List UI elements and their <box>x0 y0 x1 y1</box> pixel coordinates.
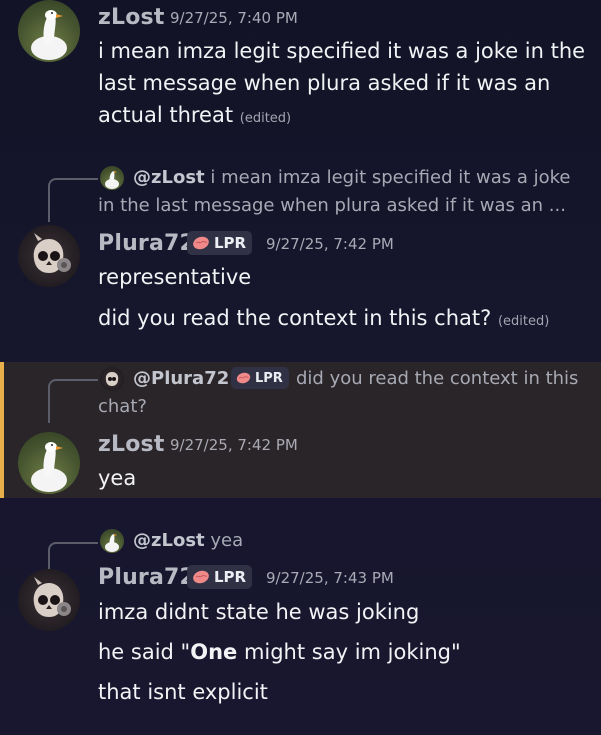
lpr-badge[interactable]: LPR <box>187 565 253 589</box>
author-name[interactable]: zLost <box>98 5 165 30</box>
message-line: yea <box>98 466 137 490</box>
zlost-avatar[interactable] <box>18 432 80 494</box>
reply-connector <box>48 379 98 423</box>
lpr-badge[interactable]: LPR <box>231 367 289 389</box>
quote-prefix: he said " <box>98 640 191 664</box>
mention-highlight-bar <box>0 362 4 498</box>
edited-label: (edited) <box>239 111 292 126</box>
badge-label: LPR <box>214 568 247 586</box>
reply-author: @Plura72 <box>133 368 230 389</box>
message-line: that isnt explicit <box>98 680 268 704</box>
plura72-avatar[interactable] <box>18 225 80 287</box>
lpr-badge[interactable]: LPR <box>187 231 253 255</box>
message-line: imza didnt state he was joking <box>98 600 420 624</box>
brain-icon <box>191 569 211 585</box>
reply-preview-line[interactable]: chat? <box>98 393 147 420</box>
quote-rest: might say im joking" <box>237 640 461 664</box>
reply-text[interactable]: did you read the context in this <box>296 365 578 392</box>
message-line-text: did you read the context in this chat? <box>98 306 492 330</box>
zlost-avatar[interactable] <box>18 0 80 62</box>
reply-author: @zLost <box>133 530 205 551</box>
brain-icon <box>191 235 211 251</box>
reply-avatar <box>100 529 124 553</box>
author-name[interactable]: zLost <box>98 432 165 457</box>
reply-author: @zLost <box>133 167 205 188</box>
message-timestamp: 9/27/25, 7:42 PM <box>170 436 298 454</box>
message-timestamp: 9/27/25, 7:43 PM <box>266 569 394 587</box>
message-line: he said "One might say im joking" <box>98 636 461 668</box>
quote-strong: One <box>190 640 238 664</box>
reply-text: yea <box>210 530 244 551</box>
reply-avatar <box>100 166 124 190</box>
reply-text: i mean imza legit specified it was a jok… <box>210 167 571 188</box>
message-line: i mean imza legit specified it was a jok… <box>98 39 586 63</box>
message-line: did you read the context in this chat? (… <box>98 302 549 338</box>
message-line: last message when plura asked if it was … <box>98 71 551 95</box>
reply-preview[interactable]: @zLost i mean imza legit specified it wa… <box>133 164 570 191</box>
message-line-text: actual threat <box>98 103 234 127</box>
brain-icon <box>235 371 252 385</box>
message-timestamp: 9/27/25, 7:40 PM <box>170 9 298 27</box>
message-timestamp: 9/27/25, 7:42 PM <box>266 235 394 253</box>
message-line: actual threat (edited) <box>98 99 291 135</box>
plura72-avatar[interactable] <box>18 569 80 631</box>
reply-avatar <box>100 367 124 391</box>
message-line: representative <box>98 265 252 289</box>
author-name[interactable]: Plura72 <box>98 231 195 256</box>
reply-preview[interactable]: @Plura72 <box>133 365 229 392</box>
author-name[interactable]: Plura72 <box>98 565 195 590</box>
reply-preview[interactable]: @zLost yea <box>133 527 243 554</box>
badge-label: LPR <box>255 370 283 386</box>
reply-connector <box>48 178 98 222</box>
edited-label: (edited) <box>497 314 550 329</box>
badge-label: LPR <box>214 234 247 252</box>
reply-preview-line[interactable]: in the last message when plura asked if … <box>98 192 566 219</box>
